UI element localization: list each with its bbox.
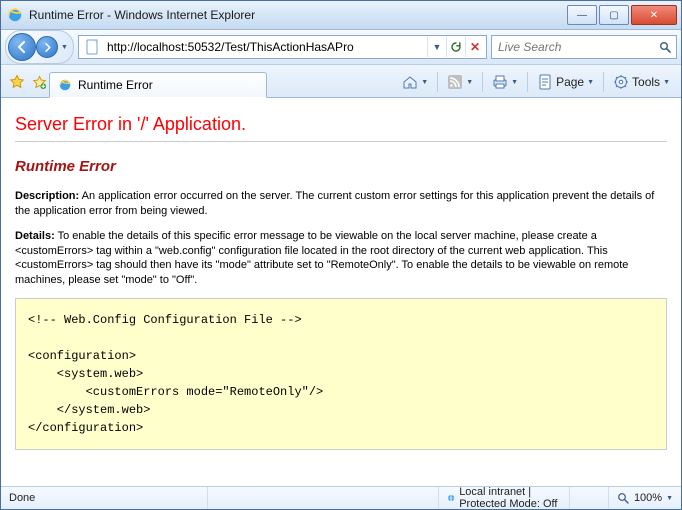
status-bar: Done Local intranet | Protected Mode: Of… [1,486,681,509]
back-button[interactable] [8,33,36,61]
error-subheading: Runtime Error [15,158,667,175]
zone-icon [447,491,455,505]
nav-buttons-group: ▼ [5,30,74,64]
stop-button[interactable]: ✕ [465,37,484,57]
details-label: Details: [15,230,55,242]
tools-menu-label: Tools [632,75,660,89]
address-input[interactable] [105,37,427,57]
minimize-button[interactable]: — [567,5,597,25]
favorites-button[interactable] [5,67,29,97]
tab-toolbar: Runtime Error ▼ ▼ ▼ Page▼ Tools▼ [1,65,681,98]
search-box [491,35,677,59]
config-code-sample: <!-- Web.Config Configuration File --> <… [15,298,667,450]
separator [527,72,528,92]
separator [482,72,483,92]
window-title: Runtime Error - Windows Internet Explore… [29,8,565,22]
command-bar: ▼ ▼ ▼ Page▼ Tools▼ [397,67,677,97]
tools-menu-button[interactable]: Tools▼ [608,70,675,94]
close-button[interactable]: ✕ [631,5,677,25]
tab-label: Runtime Error [78,78,153,92]
print-button[interactable]: ▼ [487,70,523,94]
security-zone: Local intranet | Protected Mode: Off [439,487,570,509]
details-paragraph: Details: To enable the details of this s… [15,229,667,288]
description-label: Description: [15,190,79,202]
separator [437,72,438,92]
tab-strip: Runtime Error [49,67,397,97]
home-button[interactable]: ▼ [397,70,433,94]
error-heading: Server Error in '/' Application. [15,114,667,142]
separator [603,72,604,92]
refresh-button[interactable] [446,37,465,57]
status-progress: Done [1,487,208,509]
add-favorites-button[interactable] [29,67,49,97]
description-paragraph: Description: An application error occurr… [15,189,667,219]
zoom-icon [617,492,630,505]
zoom-control[interactable]: 100% ▼ [609,492,681,505]
window-titlebar: Runtime Error - Windows Internet Explore… [1,1,681,30]
search-input[interactable] [494,37,657,57]
search-icon[interactable] [657,41,674,54]
status-spacer [570,487,609,509]
description-text: An application error occurred on the ser… [15,190,654,217]
forward-button[interactable] [36,36,58,58]
navigation-bar: ▼ ▼ ✕ [1,30,681,65]
zoom-value: 100% [634,492,662,504]
maximize-button[interactable]: ▢ [599,5,629,25]
nav-history-dropdown[interactable]: ▼ [58,44,71,51]
status-empty [208,487,439,509]
ie-icon [58,78,72,92]
address-bar: ▼ ✕ [78,35,487,59]
zoom-dropdown[interactable]: ▼ [666,495,673,502]
page-menu-label: Page [556,75,584,89]
page-menu-button[interactable]: Page▼ [532,70,599,94]
tab-active[interactable]: Runtime Error [49,72,267,98]
details-text: To enable the details of this specific e… [15,230,628,287]
ie-icon [7,7,23,23]
feeds-button[interactable]: ▼ [442,70,478,94]
page-content: Server Error in '/' Application. Runtime… [1,98,681,486]
page-icon [85,39,101,55]
address-dropdown[interactable]: ▼ [427,37,446,57]
